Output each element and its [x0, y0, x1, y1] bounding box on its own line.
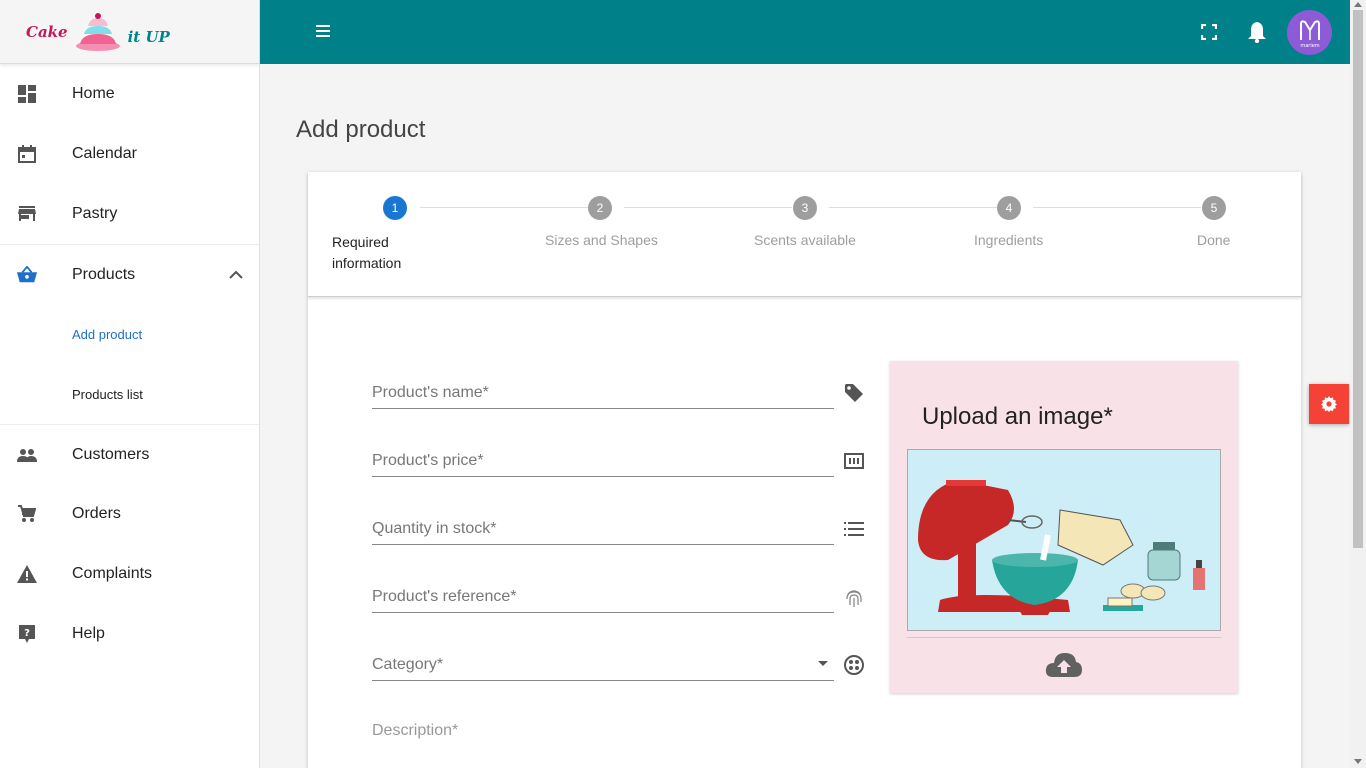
- page-title: Add product: [296, 116, 426, 143]
- logo[interactable]: Cake it UP: [0, 0, 259, 64]
- sidebar-item-label: Home: [72, 85, 115, 102]
- tag-icon: [843, 382, 865, 404]
- step-connector: [1033, 207, 1201, 208]
- cake-logo-icon: [75, 12, 120, 51]
- help-icon: ?: [17, 624, 37, 644]
- scroll-thumb[interactable]: [1353, 10, 1363, 548]
- quantity-input[interactable]: [372, 509, 834, 543]
- upload-preview-image[interactable]: [907, 449, 1221, 631]
- sidebar-item-label: Pastry: [72, 205, 118, 222]
- sidebar-subitem-products-list[interactable]: Products list: [0, 364, 259, 424]
- sidebar-item-help[interactable]: ? Help: [0, 604, 259, 664]
- upload-title: Upload an image*: [922, 403, 1113, 430]
- reference-field: [372, 577, 834, 613]
- product-name-input[interactable]: [372, 373, 834, 407]
- scroll-down-icon[interactable]: [1354, 759, 1362, 764]
- price-icon: [843, 450, 865, 472]
- sidebar-item-products[interactable]: Products: [0, 244, 259, 304]
- calendar-icon: [17, 144, 37, 164]
- product-price-input[interactable]: [372, 441, 834, 475]
- category-icon: [843, 654, 865, 676]
- sidebar-item-label: Products: [72, 265, 136, 283]
- stepper: 1 Required information 2 Sizes and Shape…: [308, 172, 1301, 297]
- sidebar-item-pastry[interactable]: Pastry: [0, 184, 259, 244]
- sidebar-item-label: Calendar: [72, 145, 137, 162]
- list-icon: [843, 518, 865, 540]
- reference-input[interactable]: [372, 577, 834, 611]
- menu-icon[interactable]: [316, 24, 332, 40]
- step-5-circle[interactable]: 5: [1202, 196, 1226, 220]
- sidebar-subitem-add-product[interactable]: Add product: [0, 304, 259, 364]
- quantity-field: [372, 509, 834, 545]
- warning-icon: [17, 564, 37, 584]
- gear-icon: [1321, 396, 1337, 412]
- sidebar-item-label: Help: [72, 625, 105, 642]
- cart-icon: [17, 504, 37, 524]
- dashboard-icon: [17, 84, 37, 104]
- page-scrollbar[interactable]: [1350, 0, 1366, 768]
- upload-divider: [907, 637, 1221, 638]
- scroll-up-icon[interactable]: [1354, 2, 1362, 7]
- avatar[interactable]: mariem: [1287, 10, 1332, 55]
- top-app-bar: mariem: [260, 0, 1350, 64]
- step-3-label[interactable]: Scents available: [754, 232, 856, 248]
- sidebar-item-label: Customers: [72, 445, 150, 463]
- svg-text:?: ?: [24, 628, 30, 639]
- store-icon: [17, 204, 37, 224]
- caret-down-icon[interactable]: [818, 661, 828, 666]
- avatar-sub: mariem: [1300, 43, 1319, 49]
- cloud-upload-icon[interactable]: [1045, 651, 1083, 679]
- sidebar-nav: Home Calendar Pastry Products Add produc…: [0, 64, 259, 664]
- chevron-up-icon[interactable]: [229, 267, 243, 285]
- upload-image-panel: Upload an image*: [890, 361, 1238, 693]
- step-4-circle[interactable]: 4: [997, 196, 1021, 220]
- category-input[interactable]: [372, 645, 834, 679]
- sidebar-item-complaints[interactable]: Complaints: [0, 544, 259, 604]
- avatar-logo-icon: mariem: [1299, 19, 1320, 49]
- fullscreen-icon[interactable]: [1197, 20, 1221, 44]
- sidebar-item-customers[interactable]: Customers: [0, 424, 259, 484]
- product-name-field: [372, 373, 834, 409]
- step-connector: [420, 207, 588, 208]
- step-5-label[interactable]: Done: [1197, 232, 1230, 248]
- bell-icon[interactable]: [1245, 20, 1269, 44]
- mixer-illustration: [908, 450, 1220, 630]
- sidebar-item-home[interactable]: Home: [0, 64, 259, 124]
- step-connector: [624, 207, 792, 208]
- step-3-circle[interactable]: 3: [793, 196, 817, 220]
- basket-icon: [17, 265, 37, 285]
- step-4-label[interactable]: Ingredients: [974, 232, 1043, 248]
- sidebar: Cake it UP Home Calendar Pastry Products…: [0, 0, 260, 768]
- people-icon: [17, 445, 37, 465]
- step-2-label[interactable]: Sizes and Shapes: [545, 232, 658, 248]
- step-1-circle[interactable]: 1: [383, 196, 407, 220]
- fingerprint-icon: [843, 587, 865, 609]
- sidebar-item-label: Orders: [72, 505, 121, 522]
- category-select[interactable]: [372, 645, 834, 681]
- sidebar-item-calendar[interactable]: Calendar: [0, 124, 259, 184]
- step-connector: [829, 207, 997, 208]
- step-1-label[interactable]: Required information: [332, 232, 432, 274]
- sidebar-item-orders[interactable]: Orders: [0, 484, 259, 544]
- logo-text-right: it UP: [127, 27, 170, 46]
- description-label[interactable]: Description*: [372, 722, 458, 740]
- sidebar-item-label: Complaints: [72, 565, 153, 582]
- product-price-field: [372, 441, 834, 477]
- step-2-circle[interactable]: 2: [588, 196, 612, 220]
- settings-button[interactable]: [1309, 384, 1349, 424]
- logo-text-left: Cake: [26, 22, 68, 41]
